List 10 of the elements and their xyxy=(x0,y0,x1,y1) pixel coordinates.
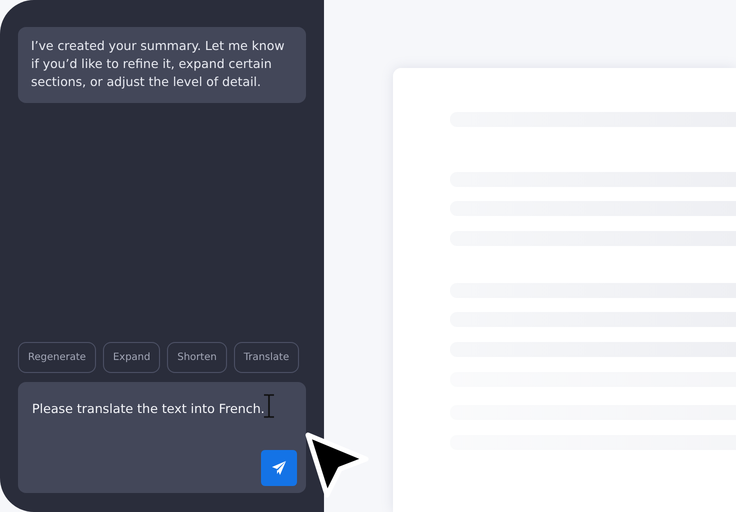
action-chip[interactable]: Expand xyxy=(102,342,160,373)
action-chip[interactable]: Translate xyxy=(234,342,300,373)
paper-plane-icon xyxy=(271,460,287,476)
message-text: Please translate the text into French. xyxy=(32,401,265,416)
text-cursor-icon xyxy=(263,394,275,418)
action-chip[interactable]: Regenerate xyxy=(18,342,96,373)
send-button[interactable] xyxy=(261,450,297,486)
assistant-message: I’ve created your summary. Let me know if you’d like to refine it, expand certain sections, or adjust the level of detail. xyxy=(18,27,306,103)
action-chip[interactable]: Shorten xyxy=(167,342,227,373)
message-input[interactable]: Please translate the text into French. xyxy=(18,382,306,493)
